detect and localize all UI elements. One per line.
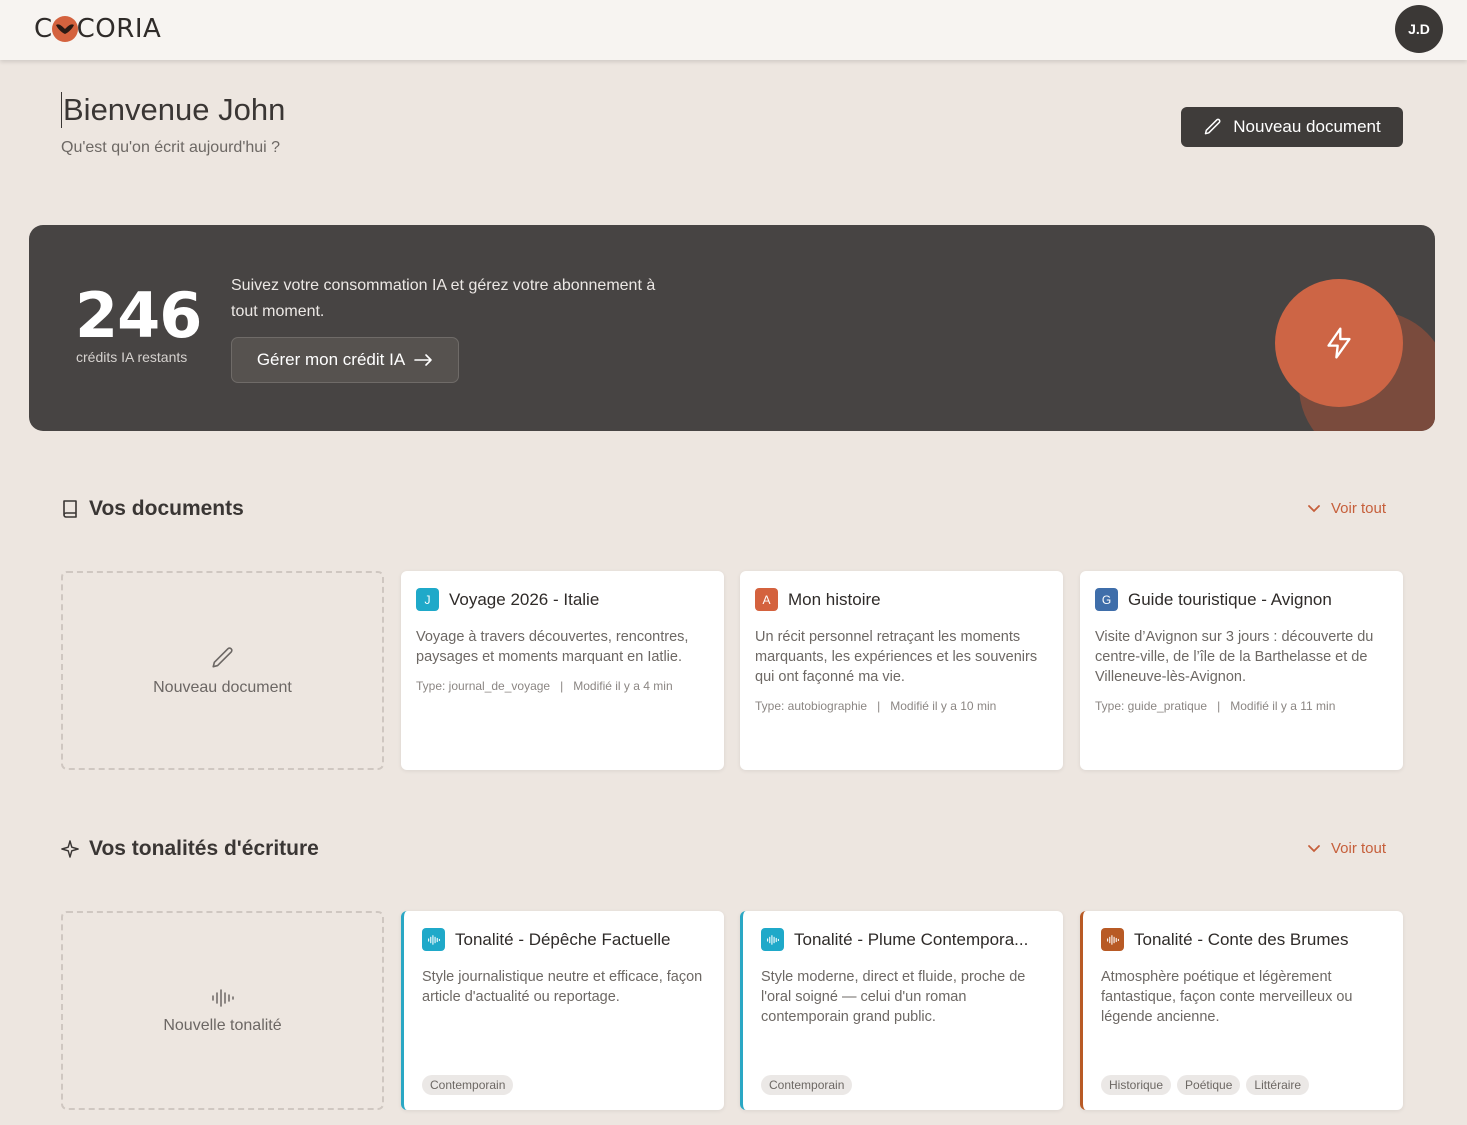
tones-see-all[interactable]: Voir tout: [1307, 840, 1386, 857]
tone-tag: Contemporain: [761, 1075, 853, 1095]
document-type: Type: guide_pratique: [1095, 699, 1208, 713]
credits-description: Suivez votre consommation IA et gérez vo…: [231, 277, 656, 320]
documents-section-title: Vos documents: [61, 497, 244, 521]
tone-card[interactable]: Tonalité - Plume Contempora... Style mod…: [740, 911, 1063, 1110]
manage-credit-button[interactable]: Gérer mon crédit IA: [231, 337, 459, 383]
tone-title: Tonalité - Plume Contempora...: [794, 929, 1029, 949]
tone-tag: Littéraire: [1246, 1075, 1310, 1095]
arrow-right-icon: [414, 354, 432, 366]
tones-see-all-label: Voir tout: [1331, 840, 1387, 857]
waveform-icon: [211, 988, 234, 1007]
document-meta: Type: guide_pratique | Modifié il y a 11…: [1095, 699, 1335, 713]
new-tone-card-label: Nouvelle tonalité: [163, 1016, 282, 1034]
document-card[interactable]: G Guide touristique - Avignon Visite d’A…: [1080, 571, 1403, 770]
tone-description: Style moderne, direct et fluide, proche …: [761, 969, 1026, 1025]
chevron-down-icon: [1308, 844, 1320, 852]
documents-see-all-label: Voir tout: [1331, 500, 1387, 517]
meta-separator: |: [870, 699, 887, 713]
waveform-icon: [761, 928, 784, 951]
waveform-icon: [1101, 928, 1124, 951]
document-type: Type: journal_de_voyage: [416, 679, 551, 693]
book-icon: [63, 500, 77, 518]
documents-see-all[interactable]: Voir tout: [1307, 500, 1386, 517]
pencil-icon: [211, 646, 233, 667]
tone-card[interactable]: Tonalité - Dépêche Factuelle Style journ…: [401, 911, 724, 1110]
logo-mark-icon: [51, 16, 78, 42]
top-bar: C CORIA J.D: [0, 0, 1467, 60]
tone-description: Atmosphère poétique et légèrement fantas…: [1101, 969, 1353, 1025]
lightning-icon: [1327, 327, 1351, 359]
document-title: Guide touristique - Avignon: [1128, 589, 1332, 609]
document-card[interactable]: J Voyage 2026 - Italie Voyage à travers …: [401, 571, 724, 770]
tones-title: Vos tonalités d'écriture: [89, 837, 319, 860]
document-badge: J: [416, 588, 439, 611]
document-title: Voyage 2026 - Italie: [449, 589, 600, 609]
sparkle-icon: [61, 840, 79, 858]
tone-tag: Historique: [1101, 1075, 1172, 1095]
credits-count-label: crédits IA restants: [76, 349, 188, 365]
document-meta: Type: journal_de_voyage | Modifié il y a…: [416, 679, 673, 693]
new-tone-card[interactable]: Nouvelle tonalité: [61, 911, 384, 1110]
logo-right: CORIA: [76, 14, 162, 44]
document-modified: Modifié il y a 4 min: [573, 679, 673, 693]
tone-title: Tonalité - Conte des Brumes: [1134, 929, 1349, 949]
tone-card[interactable]: Tonalité - Conte des Brumes Atmosphère p…: [1080, 911, 1403, 1110]
document-description: Un récit personnel retraçant les moments…: [755, 629, 1038, 685]
chevron-down-icon: [1308, 504, 1320, 512]
meta-separator: |: [1210, 699, 1227, 713]
meta-separator: |: [553, 679, 570, 693]
new-document-label: Nouveau document: [1233, 117, 1381, 136]
tone-title: Tonalité - Dépêche Factuelle: [455, 929, 671, 949]
manage-credit-label: Gérer mon crédit IA: [256, 350, 406, 369]
avatar[interactable]: J.D: [1395, 5, 1443, 53]
waveform-icon: [422, 928, 445, 951]
document-description: Voyage à travers découvertes, rencontres…: [416, 629, 689, 665]
document-type: Type: autobiographie: [755, 699, 868, 713]
documents-title: Vos documents: [89, 497, 244, 520]
new-document-card-label: Nouveau document: [153, 678, 292, 696]
credits-panel: 246 crédits IA restants Suivez votre con…: [29, 225, 1435, 431]
document-badge: A: [755, 588, 778, 611]
document-title: Mon histoire: [788, 589, 881, 609]
logo-left: C: [34, 14, 53, 44]
tone-tags: Contemporain: [761, 1075, 853, 1095]
lightning-button[interactable]: [1275, 279, 1403, 407]
tone-tag: Contemporain: [422, 1075, 514, 1095]
document-modified: Modifié il y a 10 min: [890, 699, 997, 713]
tone-tag: Poétique: [1177, 1075, 1241, 1095]
new-document-card[interactable]: Nouveau document: [61, 571, 384, 770]
new-document-button[interactable]: Nouveau document: [1181, 107, 1403, 147]
pencil-icon: [1205, 118, 1221, 135]
tone-description: Style journalistique neutre et efficace,…: [422, 969, 703, 1005]
tone-tags: Historique Poétique Littéraire: [1101, 1075, 1310, 1095]
credits-count: 246: [75, 279, 202, 352]
logo[interactable]: C CORIA: [34, 14, 161, 44]
document-modified: Modifié il y a 11 min: [1230, 699, 1336, 713]
tones-section-title: Vos tonalités d'écriture: [61, 837, 319, 861]
tone-tags: Contemporain: [422, 1075, 514, 1095]
document-card[interactable]: A Mon histoire Un récit personnel retraç…: [740, 571, 1063, 770]
document-description: Visite d’Avignon sur 3 jours : découvert…: [1095, 629, 1374, 685]
page-title: Bienvenue John: [61, 92, 286, 128]
document-badge: G: [1095, 588, 1118, 611]
page-subtitle: Qu'est qu'on écrit aujourd'hui ?: [61, 139, 281, 156]
document-meta: Type: autobiographie | Modifié il y a 10…: [755, 699, 996, 713]
